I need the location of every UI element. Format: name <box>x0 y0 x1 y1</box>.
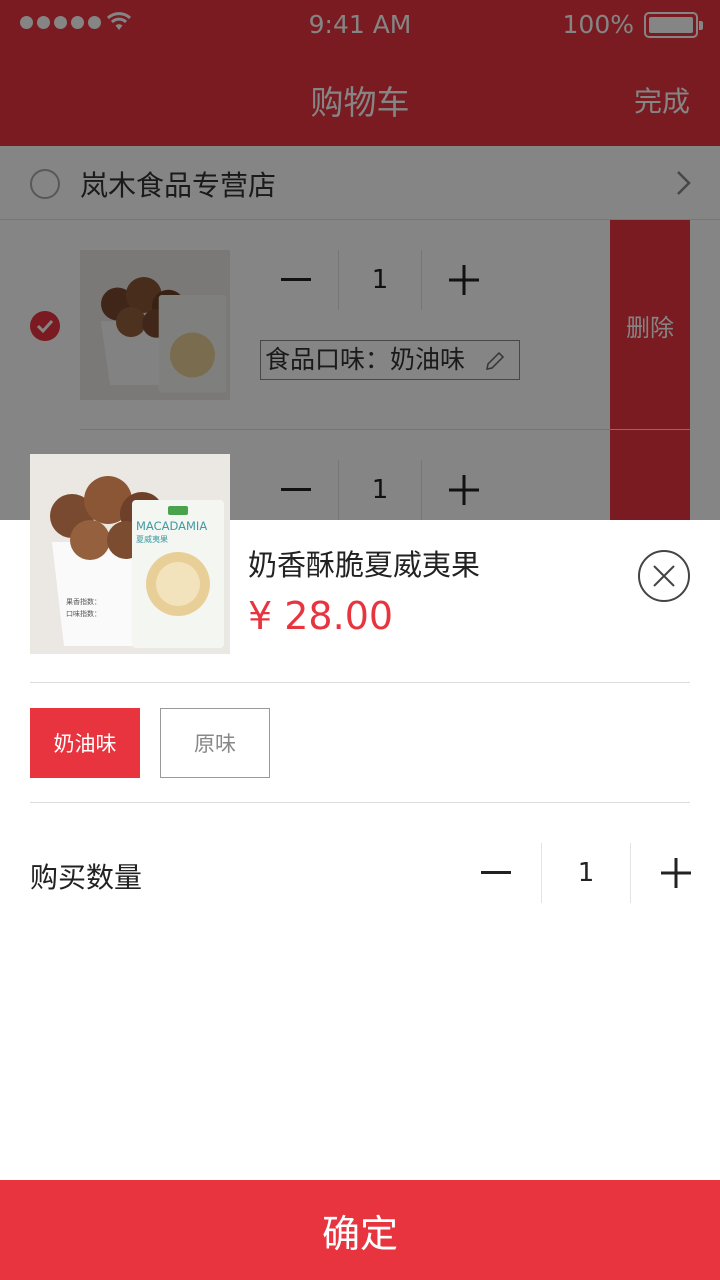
pack-text: MACADAMIA <box>136 519 207 533</box>
product-image: MACADAMIA 夏威夷果 果香指数： 口味指数： <box>30 454 230 654</box>
sheet-divider <box>30 682 690 683</box>
quantity-value: 1 <box>540 843 632 903</box>
sheet-divider <box>30 802 690 803</box>
option-button-original[interactable]: 原味 <box>160 708 270 778</box>
quantity-stepper: 1 <box>452 843 720 903</box>
pack-sub-text: 夏威夷果 <box>136 534 168 544</box>
close-icon <box>653 565 675 587</box>
product-name: 奶香酥脆夏威夷果 <box>248 548 481 582</box>
plus-icon <box>660 858 691 888</box>
close-button[interactable] <box>638 550 690 602</box>
confirm-button[interactable]: 确定 <box>0 1180 720 1280</box>
index-line-1: 果香指数： <box>66 597 101 606</box>
minus-icon <box>481 871 512 874</box>
index-line-2: 口味指数： <box>66 609 101 618</box>
quantity-label: 购买数量 <box>30 861 143 894</box>
product-price: ¥ 28.00 <box>248 594 394 638</box>
option-button-cream[interactable]: 奶油味 <box>30 708 140 778</box>
decrement-button[interactable] <box>452 843 541 903</box>
increment-button[interactable] <box>631 843 720 903</box>
